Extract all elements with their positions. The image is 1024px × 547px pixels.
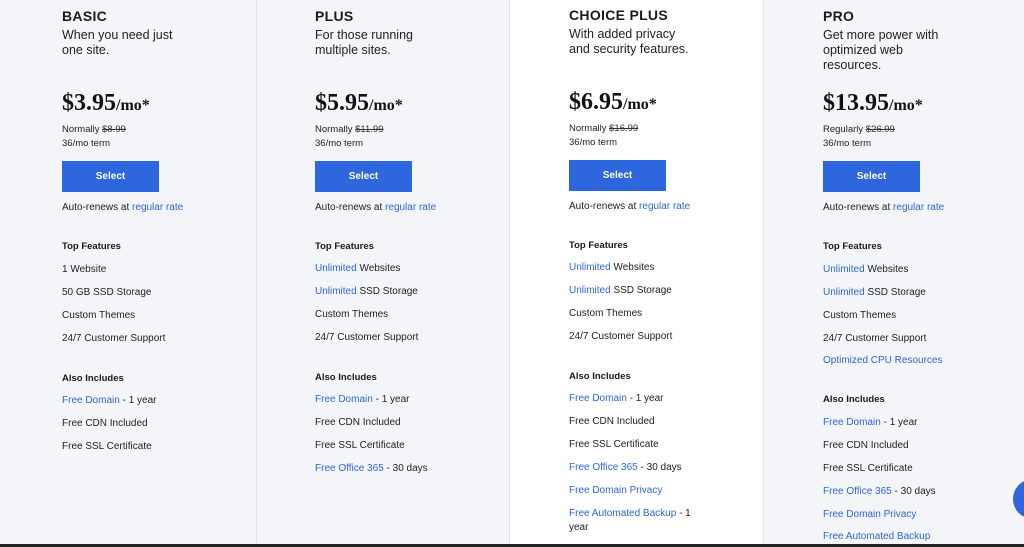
feature-item: Unlimited Websites xyxy=(823,264,909,275)
auto-renew-note: Auto-renews at regular rate xyxy=(62,202,184,213)
feature-item: 50 GB SSD Storage xyxy=(62,287,152,298)
include-item: Free Office 365 - 30 days xyxy=(823,486,936,497)
plan-card-plus: PLUS For those running multiple sites. $… xyxy=(257,0,510,544)
include-item: Free CDN Included xyxy=(569,416,655,427)
auto-renew-note: Auto-renews at regular rate xyxy=(315,202,437,213)
plan-tagline: With added privacy and security features… xyxy=(569,27,689,56)
select-button[interactable]: Select xyxy=(315,161,412,192)
also-includes-title: Also Includes xyxy=(315,372,377,383)
also-includes-title: Also Includes xyxy=(62,373,124,384)
normal-price: Regularly $26.99 xyxy=(823,124,895,135)
plan-term: 36/mo term xyxy=(315,138,364,149)
regular-rate-link[interactable]: regular rate xyxy=(639,201,690,212)
plan-card-pro: PRO Get more power with optimized web re… xyxy=(764,0,1024,544)
auto-renew-note: Auto-renews at regular rate xyxy=(823,202,945,213)
include-item: Free SSL Certificate xyxy=(569,439,659,450)
free-domain-link[interactable]: Free Domain xyxy=(823,417,881,428)
include-item: Free Domain - 1 year xyxy=(823,417,918,428)
plan-name: CHOICE PLUS xyxy=(569,7,668,23)
feature-item: Custom Themes xyxy=(62,310,136,321)
feature-item: Optimized CPU Resources xyxy=(823,355,942,366)
normal-price: Normally $16.99 xyxy=(569,123,639,134)
plan-name: PRO xyxy=(823,8,855,24)
include-item: Free Domain Privacy xyxy=(569,485,662,496)
free-automated-backup-link[interactable]: Free Automated Backup xyxy=(823,531,930,542)
plan-tagline: When you need just one site. xyxy=(62,28,173,57)
top-features-title: Top Features xyxy=(569,240,628,251)
select-button[interactable]: Select xyxy=(823,161,920,192)
also-includes-title: Also Includes xyxy=(569,371,631,382)
free-office-365-link[interactable]: Free Office 365 xyxy=(315,463,384,474)
plan-term: 36/mo term xyxy=(823,138,872,149)
plan-tagline: Get more power with optimized web resour… xyxy=(823,28,939,72)
plan-price: $13.95/mo* xyxy=(823,90,923,116)
select-button[interactable]: Select xyxy=(62,161,159,192)
feature-item: Unlimited SSD Storage xyxy=(315,286,418,297)
plan-price: $3.95/mo* xyxy=(62,90,150,116)
unlimited-link[interactable]: Unlimited xyxy=(569,285,611,296)
feature-item: Unlimited SSD Storage xyxy=(569,285,672,296)
include-item: Free SSL Certificate xyxy=(823,463,913,474)
feature-item: Custom Themes xyxy=(823,310,897,321)
regular-rate-link[interactable]: regular rate xyxy=(893,202,944,213)
feature-item: 24/7 Customer Support xyxy=(315,332,419,343)
plan-price: $6.95/mo* xyxy=(569,89,657,115)
feature-item: Custom Themes xyxy=(315,309,389,320)
optimized-cpu-link[interactable]: Optimized CPU Resources xyxy=(823,355,942,366)
include-item: Free Domain - 1 year xyxy=(315,394,410,405)
unlimited-link[interactable]: Unlimited xyxy=(823,264,865,275)
include-item: Free Automated Backup xyxy=(823,531,930,542)
feature-item: Unlimited Websites xyxy=(315,263,401,274)
include-item: Free Office 365 - 30 days xyxy=(569,462,682,473)
also-includes-title: Also Includes xyxy=(823,394,885,405)
include-item: Free Domain Privacy xyxy=(823,509,916,520)
regular-rate-link[interactable]: regular rate xyxy=(385,202,436,213)
free-office-365-link[interactable]: Free Office 365 xyxy=(569,462,638,473)
normal-price: Normally $11.99 xyxy=(315,124,384,135)
include-item: Free CDN Included xyxy=(823,440,909,451)
feature-item: 24/7 Customer Support xyxy=(823,333,927,344)
include-item: Free Automated Backup - 1 year xyxy=(569,508,691,533)
plan-name: BASIC xyxy=(62,8,108,24)
include-item: Free Domain - 1 year xyxy=(62,395,157,406)
auto-renew-note: Auto-renews at regular rate xyxy=(569,201,691,212)
feature-item: 24/7 Customer Support xyxy=(62,333,166,344)
plan-tagline: For those running multiple sites. xyxy=(315,28,413,57)
include-item: Free CDN Included xyxy=(62,418,148,429)
free-domain-privacy-link[interactable]: Free Domain Privacy xyxy=(823,509,916,520)
free-automated-backup-link[interactable]: Free Automated Backup xyxy=(569,508,676,519)
pricing-plans: BASIC When you need just one site. $3.95… xyxy=(0,0,1024,544)
feature-item: Custom Themes xyxy=(569,308,643,319)
plan-name: PLUS xyxy=(315,8,354,24)
unlimited-link[interactable]: Unlimited xyxy=(823,287,865,298)
unlimited-link[interactable]: Unlimited xyxy=(315,263,357,274)
plan-term: 36/mo term xyxy=(569,137,618,148)
select-button[interactable]: Select xyxy=(569,160,666,191)
feature-item: Unlimited Websites xyxy=(569,262,655,273)
plan-term: 36/mo term xyxy=(62,138,111,149)
include-item: Free SSL Certificate xyxy=(315,440,405,451)
plan-card-choice-plus: CHOICE PLUS With added privacy and secur… xyxy=(510,0,764,544)
plan-card-basic: BASIC When you need just one site. $3.95… xyxy=(0,0,257,544)
regular-rate-link[interactable]: regular rate xyxy=(132,202,183,213)
free-domain-link[interactable]: Free Domain xyxy=(569,393,627,404)
free-domain-privacy-link[interactable]: Free Domain Privacy xyxy=(569,485,662,496)
free-office-365-link[interactable]: Free Office 365 xyxy=(823,486,892,497)
top-features-title: Top Features xyxy=(315,241,374,252)
unlimited-link[interactable]: Unlimited xyxy=(569,262,611,273)
feature-item: 24/7 Customer Support xyxy=(569,331,673,342)
feature-item: Unlimited SSD Storage xyxy=(823,287,926,298)
top-features-title: Top Features xyxy=(823,241,882,252)
feature-item: 1 Website xyxy=(62,264,107,275)
plan-price: $5.95/mo* xyxy=(315,90,403,116)
include-item: Free CDN Included xyxy=(315,417,401,428)
free-domain-link[interactable]: Free Domain xyxy=(315,394,373,405)
unlimited-link[interactable]: Unlimited xyxy=(315,286,357,297)
normal-price: Normally $8.99 xyxy=(62,124,126,135)
include-item: Free Domain - 1 year xyxy=(569,393,664,404)
include-item: Free SSL Certificate xyxy=(62,441,152,452)
include-item: Free Office 365 - 30 days xyxy=(315,463,428,474)
top-features-title: Top Features xyxy=(62,241,121,252)
free-domain-link[interactable]: Free Domain xyxy=(62,395,120,406)
